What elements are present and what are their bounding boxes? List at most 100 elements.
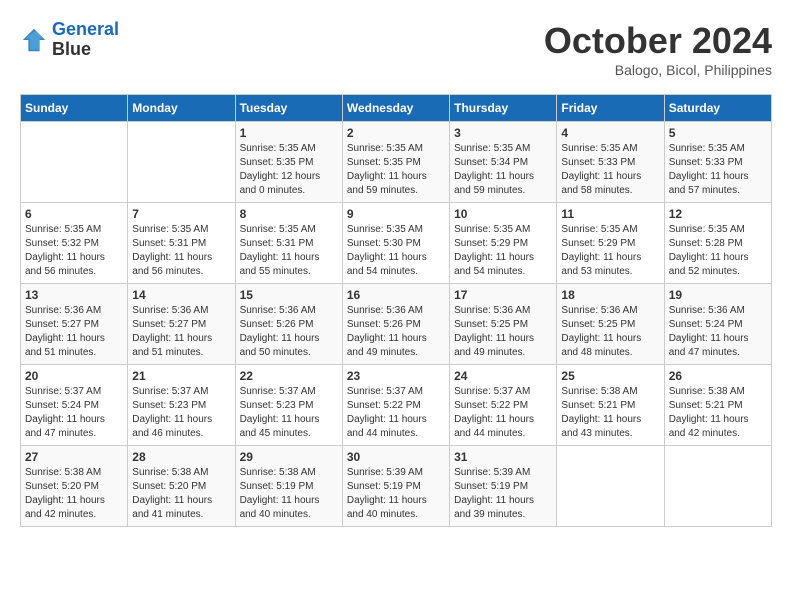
- sunrise: Sunrise: 5:37 AM: [25, 385, 123, 399]
- sunset: Sunset: 5:27 PM: [132, 318, 230, 332]
- day-number: 25: [561, 369, 659, 383]
- day-number: 6: [25, 207, 123, 221]
- daylight: Daylight: 12 hours and 0 minutes.: [240, 170, 338, 198]
- daylight: Daylight: 11 hours and 45 minutes.: [240, 413, 338, 441]
- calendar-cell: 21 Sunrise: 5:37 AM Sunset: 5:23 PM Dayl…: [128, 365, 235, 446]
- calendar-cell: 15 Sunrise: 5:36 AM Sunset: 5:26 PM Dayl…: [235, 284, 342, 365]
- cell-content: Sunrise: 5:36 AM Sunset: 5:25 PM Dayligh…: [561, 304, 659, 360]
- day-number: 18: [561, 288, 659, 302]
- daylight: Daylight: 11 hours and 57 minutes.: [669, 170, 767, 198]
- calendar-cell: 12 Sunrise: 5:35 AM Sunset: 5:28 PM Dayl…: [664, 203, 771, 284]
- calendar-cell: 9 Sunrise: 5:35 AM Sunset: 5:30 PM Dayli…: [342, 203, 449, 284]
- daylight: Daylight: 11 hours and 40 minutes.: [347, 494, 445, 522]
- cell-content: Sunrise: 5:37 AM Sunset: 5:23 PM Dayligh…: [240, 385, 338, 441]
- cell-content: Sunrise: 5:36 AM Sunset: 5:26 PM Dayligh…: [347, 304, 445, 360]
- daylight: Daylight: 11 hours and 40 minutes.: [240, 494, 338, 522]
- day-number: 28: [132, 450, 230, 464]
- calendar-cell: 30 Sunrise: 5:39 AM Sunset: 5:19 PM Dayl…: [342, 446, 449, 527]
- sunset: Sunset: 5:21 PM: [561, 399, 659, 413]
- sunrise: Sunrise: 5:35 AM: [561, 142, 659, 156]
- sunrise: Sunrise: 5:36 AM: [240, 304, 338, 318]
- sunset: Sunset: 5:31 PM: [240, 237, 338, 251]
- sunrise: Sunrise: 5:39 AM: [347, 466, 445, 480]
- sunset: Sunset: 5:30 PM: [347, 237, 445, 251]
- day-number: 31: [454, 450, 552, 464]
- day-number: 15: [240, 288, 338, 302]
- cell-content: Sunrise: 5:35 AM Sunset: 5:32 PM Dayligh…: [25, 223, 123, 279]
- day-number: 11: [561, 207, 659, 221]
- sunrise: Sunrise: 5:37 AM: [240, 385, 338, 399]
- week-row-1: 6 Sunrise: 5:35 AM Sunset: 5:32 PM Dayli…: [21, 203, 772, 284]
- calendar-cell: 4 Sunrise: 5:35 AM Sunset: 5:33 PM Dayli…: [557, 122, 664, 203]
- sunset: Sunset: 5:32 PM: [25, 237, 123, 251]
- cell-content: Sunrise: 5:35 AM Sunset: 5:31 PM Dayligh…: [132, 223, 230, 279]
- calendar-cell: 24 Sunrise: 5:37 AM Sunset: 5:22 PM Dayl…: [450, 365, 557, 446]
- calendar-cell: 20 Sunrise: 5:37 AM Sunset: 5:24 PM Dayl…: [21, 365, 128, 446]
- sunrise: Sunrise: 5:35 AM: [669, 223, 767, 237]
- sunrise: Sunrise: 5:35 AM: [240, 223, 338, 237]
- day-number: 8: [240, 207, 338, 221]
- calendar-cell: 18 Sunrise: 5:36 AM Sunset: 5:25 PM Dayl…: [557, 284, 664, 365]
- day-number: 27: [25, 450, 123, 464]
- calendar-cell: 27 Sunrise: 5:38 AM Sunset: 5:20 PM Dayl…: [21, 446, 128, 527]
- sunset: Sunset: 5:21 PM: [669, 399, 767, 413]
- header-wednesday: Wednesday: [342, 95, 449, 122]
- cell-content: Sunrise: 5:35 AM Sunset: 5:28 PM Dayligh…: [669, 223, 767, 279]
- cell-content: Sunrise: 5:35 AM Sunset: 5:29 PM Dayligh…: [561, 223, 659, 279]
- header-tuesday: Tuesday: [235, 95, 342, 122]
- cell-content: Sunrise: 5:35 AM Sunset: 5:33 PM Dayligh…: [669, 142, 767, 198]
- day-number: 4: [561, 126, 659, 140]
- daylight: Daylight: 11 hours and 58 minutes.: [561, 170, 659, 198]
- daylight: Daylight: 11 hours and 42 minutes.: [669, 413, 767, 441]
- cell-content: Sunrise: 5:39 AM Sunset: 5:19 PM Dayligh…: [347, 466, 445, 522]
- sunset: Sunset: 5:25 PM: [454, 318, 552, 332]
- calendar-cell: 28 Sunrise: 5:38 AM Sunset: 5:20 PM Dayl…: [128, 446, 235, 527]
- header-friday: Friday: [557, 95, 664, 122]
- sunset: Sunset: 5:19 PM: [454, 480, 552, 494]
- calendar-cell: 13 Sunrise: 5:36 AM Sunset: 5:27 PM Dayl…: [21, 284, 128, 365]
- sunrise: Sunrise: 5:35 AM: [454, 142, 552, 156]
- day-number: 9: [347, 207, 445, 221]
- sunrise: Sunrise: 5:35 AM: [25, 223, 123, 237]
- cell-content: Sunrise: 5:36 AM Sunset: 5:24 PM Dayligh…: [669, 304, 767, 360]
- daylight: Daylight: 11 hours and 54 minutes.: [347, 251, 445, 279]
- calendar-cell: 19 Sunrise: 5:36 AM Sunset: 5:24 PM Dayl…: [664, 284, 771, 365]
- cell-content: Sunrise: 5:37 AM Sunset: 5:22 PM Dayligh…: [347, 385, 445, 441]
- cell-content: Sunrise: 5:37 AM Sunset: 5:22 PM Dayligh…: [454, 385, 552, 441]
- daylight: Daylight: 11 hours and 41 minutes.: [132, 494, 230, 522]
- sunset: Sunset: 5:19 PM: [240, 480, 338, 494]
- day-number: 19: [669, 288, 767, 302]
- header-row: SundayMondayTuesdayWednesdayThursdayFrid…: [21, 95, 772, 122]
- day-number: 24: [454, 369, 552, 383]
- daylight: Daylight: 11 hours and 59 minutes.: [347, 170, 445, 198]
- calendar-cell: 10 Sunrise: 5:35 AM Sunset: 5:29 PM Dayl…: [450, 203, 557, 284]
- cell-content: Sunrise: 5:38 AM Sunset: 5:20 PM Dayligh…: [25, 466, 123, 522]
- calendar-cell: 6 Sunrise: 5:35 AM Sunset: 5:32 PM Dayli…: [21, 203, 128, 284]
- daylight: Daylight: 11 hours and 47 minutes.: [669, 332, 767, 360]
- calendar-cell: [664, 446, 771, 527]
- day-number: 5: [669, 126, 767, 140]
- sunset: Sunset: 5:27 PM: [25, 318, 123, 332]
- daylight: Daylight: 11 hours and 51 minutes.: [132, 332, 230, 360]
- sunset: Sunset: 5:22 PM: [454, 399, 552, 413]
- sunset: Sunset: 5:28 PM: [669, 237, 767, 251]
- sunset: Sunset: 5:31 PM: [132, 237, 230, 251]
- cell-content: Sunrise: 5:37 AM Sunset: 5:24 PM Dayligh…: [25, 385, 123, 441]
- calendar-cell: 3 Sunrise: 5:35 AM Sunset: 5:34 PM Dayli…: [450, 122, 557, 203]
- day-number: 17: [454, 288, 552, 302]
- daylight: Daylight: 11 hours and 55 minutes.: [240, 251, 338, 279]
- sunrise: Sunrise: 5:35 AM: [240, 142, 338, 156]
- sunrise: Sunrise: 5:37 AM: [132, 385, 230, 399]
- sunset: Sunset: 5:33 PM: [669, 156, 767, 170]
- day-number: 1: [240, 126, 338, 140]
- cell-content: Sunrise: 5:39 AM Sunset: 5:19 PM Dayligh…: [454, 466, 552, 522]
- sunset: Sunset: 5:22 PM: [347, 399, 445, 413]
- day-number: 12: [669, 207, 767, 221]
- header-saturday: Saturday: [664, 95, 771, 122]
- cell-content: Sunrise: 5:38 AM Sunset: 5:19 PM Dayligh…: [240, 466, 338, 522]
- daylight: Daylight: 11 hours and 50 minutes.: [240, 332, 338, 360]
- title-block: October 2024 Balogo, Bicol, Philippines: [544, 20, 772, 78]
- sunset: Sunset: 5:23 PM: [132, 399, 230, 413]
- calendar-cell: [557, 446, 664, 527]
- sunrise: Sunrise: 5:39 AM: [454, 466, 552, 480]
